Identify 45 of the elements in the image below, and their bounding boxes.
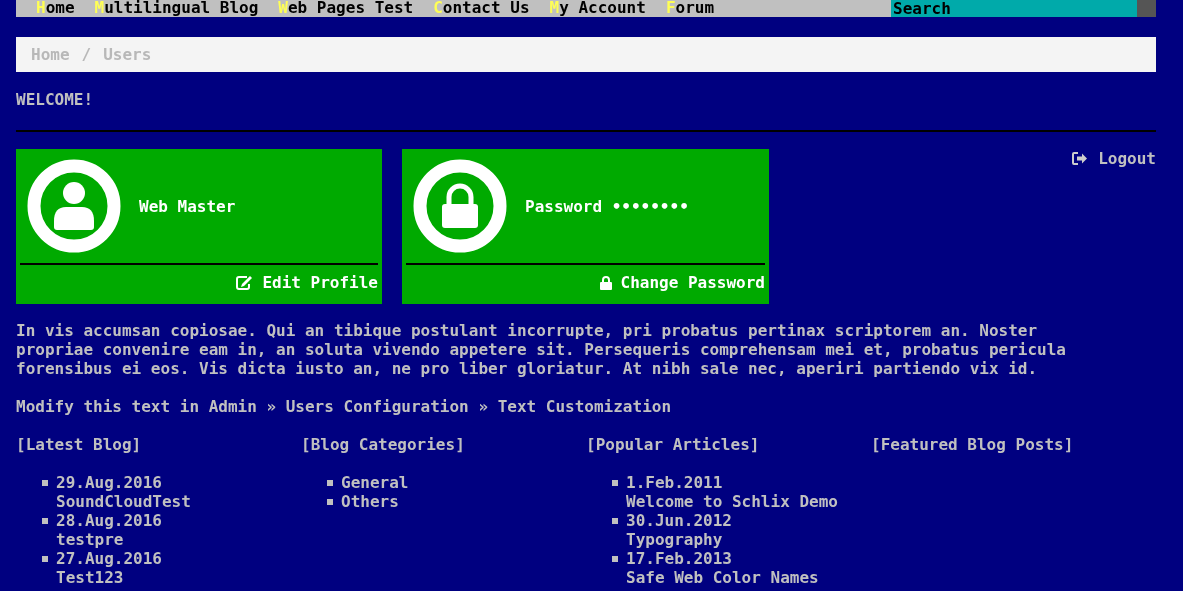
menu-item[interactable]: Web Pages Test bbox=[278, 0, 414, 17]
section-heading: [Popular Articles] bbox=[586, 435, 761, 454]
bullet-icon bbox=[612, 556, 618, 562]
bullet-icon bbox=[612, 518, 618, 524]
logout-link[interactable]: Logout bbox=[1072, 149, 1156, 168]
menu-item[interactable]: Home bbox=[36, 0, 75, 17]
item-date: 17.Feb.2013 bbox=[626, 549, 733, 568]
item-link[interactable]: Typography bbox=[626, 530, 732, 549]
search-field[interactable]: Search bbox=[891, 0, 1137, 17]
edit-icon bbox=[236, 275, 254, 290]
logout-icon bbox=[1072, 152, 1089, 165]
item-link[interactable]: testpre bbox=[56, 530, 162, 549]
bullet-icon bbox=[327, 480, 333, 486]
breadcrumb-separator: / bbox=[81, 45, 92, 64]
section-heading: [Latest Blog] bbox=[16, 435, 143, 454]
item-link[interactable]: Test123 bbox=[56, 568, 162, 587]
lock-icon bbox=[413, 159, 507, 253]
bullet-icon bbox=[42, 518, 48, 524]
card-title: Web Master bbox=[139, 196, 236, 216]
item-link[interactable]: SoundCloudTest bbox=[56, 492, 191, 511]
card-title: Password •••••••• bbox=[525, 196, 689, 216]
lock-icon bbox=[599, 275, 612, 290]
welcome-heading: WELCOME! bbox=[16, 90, 95, 109]
item-link[interactable]: General bbox=[341, 473, 409, 492]
section-heading: [Featured Blog Posts] bbox=[871, 435, 1075, 454]
bullet-icon bbox=[327, 499, 333, 505]
item-date: 29.Aug.2016 bbox=[56, 473, 163, 492]
bullet-icon bbox=[42, 480, 48, 486]
item-date: 30.Jun.2012 bbox=[626, 511, 732, 530]
menu-item[interactable]: Multilingual Blog bbox=[94, 0, 259, 17]
menu-item[interactable]: Forum bbox=[665, 0, 715, 17]
user-icon bbox=[27, 159, 121, 253]
item-link[interactable]: Others bbox=[341, 492, 399, 511]
bullet-icon bbox=[612, 480, 618, 486]
item-link[interactable]: Safe Web Color Names bbox=[626, 568, 819, 587]
item-date: 27.Aug.2016 bbox=[56, 549, 162, 568]
customization-note: Modify this text in Admin » Users Configuration » Text Customization bbox=[16, 397, 673, 416]
section-heading: [Blog Categories] bbox=[301, 435, 466, 454]
menu-item[interactable]: My Account bbox=[549, 0, 646, 17]
item-date: 28.Aug.2016 bbox=[56, 511, 162, 530]
item-date: 1.Feb.2011 bbox=[626, 473, 724, 492]
menu-item[interactable]: Contact Us bbox=[433, 0, 530, 17]
intro-paragraph: In vis accumsan copiosae. Qui an tibique postulant incorrupte, pri probatus pertinax scriptorem an. Noster propriae convenire eam in, an soluta vivendo appetere sit. Persequeris comprehensam mei et, probatus pericula forensibus ei eos. Vis dicta iusto an, ne pro liber gloriatur. At nibh sale nec, aperiri partiendo vix id. bbox=[16, 321, 1067, 378]
bullet-icon bbox=[42, 556, 48, 562]
item-link[interactable]: Welcome to Schlix Demo bbox=[626, 492, 838, 511]
